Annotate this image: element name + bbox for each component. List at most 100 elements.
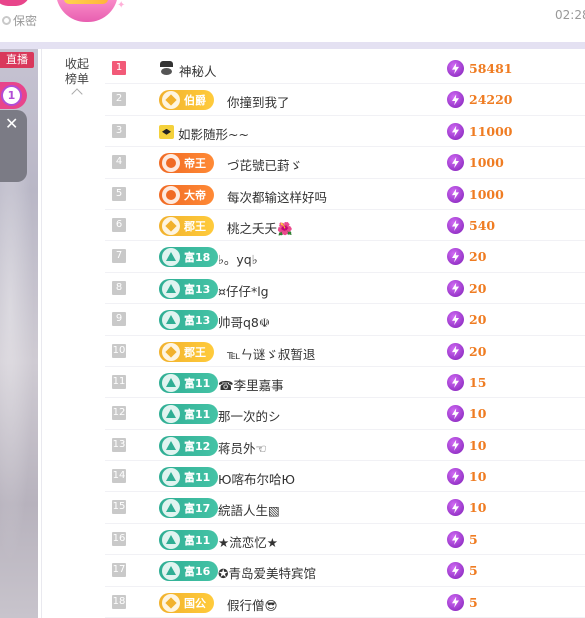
leaderboard-list: 1 神秘人 58481 2 伯爵 你撞到我了 24220 3 如影随形~~ 11000 4 帝王 づ芘號… [105,53,585,618]
contribution-value: 10 [469,406,487,422]
divider-band [0,42,585,49]
leaderboard-row[interactable]: 9 富13 帅哥q8☫ 20 [105,304,585,336]
contribution-value: 1000 [469,155,504,171]
rank-title-badge: 富11 [159,529,219,550]
lightning-coin-icon [447,593,464,611]
rank-number: 1 [112,61,126,75]
badge-label: 富18 [184,251,211,265]
privacy-status: 保密 [2,12,37,29]
leaderboard-row[interactable]: 2 伯爵 你撞到我了 24220 [105,84,585,116]
collapse-label-line2: 榜单 [64,72,89,86]
user-name[interactable]: ¤仔仔*lg [218,281,269,300]
user-name[interactable]: ★流恋忆★ [218,532,278,551]
user-name[interactable]: 你撞到我了 [227,92,290,111]
user-name[interactable]: Ю喀布尔哈Ю [218,469,295,488]
badge-emblem-icon [162,91,180,110]
badge-label: 国公 [184,596,206,610]
lightning-coin-icon [447,530,464,548]
leaderboard-row[interactable]: 11 富11 ☎李里嘉事 15 [105,367,585,399]
rank-number: 12 [112,406,126,421]
close-icon[interactable]: ✕ [5,116,18,132]
rank-title-badge: 郡王 [159,341,214,362]
user-name[interactable]: 如影随形~~ [178,124,249,143]
rank-title-badge: 富16 [159,561,219,582]
leaderboard-row[interactable]: 10 郡王 ℡ㄣ谜ゞ叔暂退 20 [105,336,585,367]
badge-label: 富11 [184,471,211,485]
user-name[interactable]: 帅哥q8☫ [218,312,270,331]
rank-number: 16 [112,531,126,546]
leaderboard-row[interactable]: 3 如影随形~~ 11000 [105,116,585,148]
user-name[interactable]: 桃之夭夭🌺 [227,218,293,237]
rank-number: 2 [112,92,126,107]
lightning-coin-icon [447,185,464,203]
rank-title-badge: 富13 [159,310,219,331]
timestamp: 02:28 [555,8,585,22]
leaderboard-row[interactable]: 15 富17 綄語人生▧ 10 [105,492,585,524]
rank-number: 15 [112,500,126,515]
privacy-gear-icon [2,16,11,25]
lightning-coin-icon [447,248,464,266]
top-bar: 保密 ✦ 02:28 [0,0,585,42]
badge-label: 大帝 [184,188,206,202]
contribution-value: 20 [469,343,487,359]
leaderboard-row[interactable]: 4 帝王 づ芘號已葑ゞ 1000 [105,147,585,179]
user-name[interactable]: ☎李里嘉事 [218,375,284,394]
contribution-value: 15 [469,374,487,390]
badge-label: 富13 [184,314,211,328]
leaderboard-row[interactable]: 12 富11 那一次的シ 10 [105,398,585,430]
badge-emblem-icon [162,373,180,392]
pink-tab-decoration [0,0,30,6]
badge-emblem-icon [162,185,180,204]
side-panel-close[interactable]: ✕ [0,110,27,182]
leaderboard-row[interactable]: 1 神秘人 58481 [105,53,585,85]
badge-emblem-icon [162,562,180,581]
leaderboard-row[interactable]: 14 富11 Ю喀布尔哈Ю 10 [105,461,585,493]
contribution-value: 5 [469,594,478,610]
badge-label: 富13 [184,282,211,296]
rank-number: 6 [112,217,126,232]
live-tag[interactable]: 直播 [0,52,34,68]
leaderboard-row[interactable]: 17 富16 ✪青岛爱美特宾馆 5 [105,555,585,587]
leaderboard-row[interactable]: 6 郡王 桃之夭夭🌺 540 [105,210,585,242]
collapse-label-line1: 收起 [64,57,89,71]
leaderboard-row[interactable]: 16 富11 ★流恋忆★ 5 [105,524,585,556]
user-name[interactable]: 每次都输这样好吗 [227,187,327,206]
badge-emblem-icon [162,593,180,612]
leaderboard-row[interactable]: 5 大帝 每次都输这样好吗 1000 [105,179,585,210]
badge-emblem-icon [162,499,180,518]
lightning-coin-icon [447,436,464,454]
leaderboard-row[interactable]: 13 富12 蒋员外☜ 10 [105,430,585,462]
user-name[interactable]: ♭。yq♭ [218,249,258,268]
leaderboard-row[interactable]: 8 富13 ¤仔仔*lg 20 [105,273,585,305]
leaderboard-row[interactable]: 18 国公 假行僧😎 5 [105,587,585,618]
badge-label: 富17 [184,502,211,516]
rank-indicator[interactable]: 1 [0,82,27,109]
user-name[interactable]: 蒋员外☜ [218,438,267,457]
badge-emblem-icon [162,279,180,298]
contribution-value: 58481 [469,61,513,76]
rank-number: 3 [112,123,126,138]
user-name[interactable]: づ芘號已葑ゞ [227,155,302,174]
rank-title-badge: 伯爵 [159,90,214,111]
lightning-coin-icon [447,342,464,360]
user-name[interactable]: ℡ㄣ谜ゞ叔暂退 [227,344,315,363]
user-name[interactable]: 那一次的シ [218,406,281,425]
rank-title-badge: 富11 [159,372,219,393]
rank-number: 7 [112,249,126,264]
leaderboard-row[interactable]: 7 富18 ♭。yq♭ 20 [105,241,585,273]
user-name[interactable]: 綄語人生▧ [218,500,280,519]
user-name[interactable]: ✪青岛爱美特宾馆 [218,563,316,582]
rank-number: 5 [112,186,126,201]
rank-title-badge: 帝王 [159,153,214,174]
lightning-coin-icon [447,373,464,391]
level-badge-icon [56,0,118,22]
user-name[interactable]: 神秘人 [179,61,217,80]
user-name[interactable]: 假行僧😎 [227,595,278,614]
badge-label: 郡王 [184,219,206,233]
badge-emblem-icon [162,216,180,235]
contribution-value: 20 [469,312,487,328]
collapse-leaderboard-button[interactable]: 收起 榜单 [62,57,92,100]
rank-title-badge: 大帝 [159,184,214,205]
rank-title-badge: 国公 [159,592,214,613]
lightning-coin-icon [447,91,464,109]
